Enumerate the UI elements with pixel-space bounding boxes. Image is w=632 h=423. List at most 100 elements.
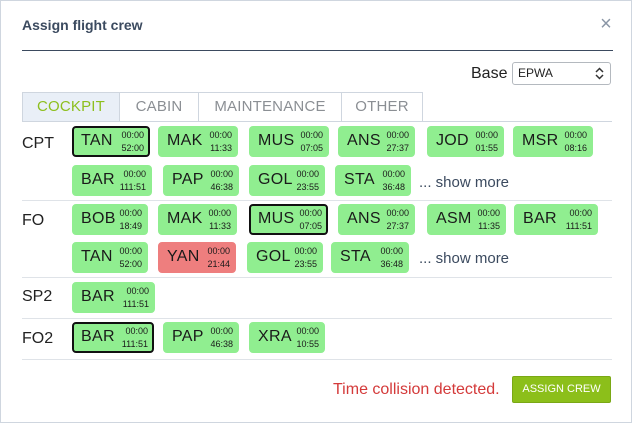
crew-duty-time: 00:00	[299, 208, 322, 218]
crew-chip-bar[interactable]: BAR 00:00 111:51	[514, 204, 598, 235]
crew-code: ANS	[347, 210, 381, 227]
crew-code: BOB	[81, 210, 116, 227]
crew-chip-jod[interactable]: JOD 00:00 01:55	[427, 126, 504, 157]
crew-code: TAN	[81, 248, 113, 265]
collision-warning: Time collision detected.	[333, 381, 500, 398]
crew-chip-gol[interactable]: GOL 00:00 23:55	[249, 165, 325, 196]
crew-duty-time: 00:00	[564, 130, 587, 140]
crew-code: PAP	[172, 328, 204, 345]
assign-crew-button[interactable]: ASSIGN CREW	[512, 376, 611, 403]
tab-other[interactable]: OTHER	[341, 92, 423, 122]
tab-cabin[interactable]: CABIN	[119, 92, 199, 122]
crew-flight-time: 27:37	[386, 221, 409, 231]
crew-flight-time: 23:55	[296, 182, 319, 192]
crew-code: TAN	[81, 132, 113, 149]
row-divider	[22, 318, 612, 319]
crew-chip-msr[interactable]: MSR 00:00 08:16	[513, 126, 593, 157]
crew-flight-time: 46:38	[210, 182, 233, 192]
crew-flight-time: 111:51	[122, 299, 149, 309]
crew-chip-gol[interactable]: GOL 00:00 23:55	[247, 242, 323, 273]
crew-duty-time: 00:00	[119, 246, 142, 256]
crew-flight-time: 52:00	[121, 143, 144, 153]
rank-label-fo2: FO2	[22, 330, 54, 347]
crew-duty-time: 00:00	[380, 246, 403, 256]
rank-label-fo: FO	[22, 212, 45, 229]
crew-flight-time: 10:55	[296, 339, 319, 349]
crew-flight-time: 11:35	[478, 221, 500, 231]
crew-chip-ans[interactable]: ANS 00:00 27:37	[338, 126, 415, 157]
crew-code: STA	[340, 248, 371, 265]
crew-chip-mus[interactable]: MUS 00:00 07:05	[249, 204, 328, 235]
crew-chip-bob[interactable]: BOB 00:00 18:49	[72, 204, 148, 235]
crew-flight-time: 111:51	[565, 221, 592, 231]
crew-flight-time: 08:16	[564, 143, 587, 153]
crew-chip-yan[interactable]: YAN 00:00 21:44	[158, 242, 236, 273]
crew-chip-asm[interactable]: ASM 00:00 11:35	[427, 204, 506, 235]
crew-code: STA	[344, 171, 375, 188]
crew-code: MAK	[167, 210, 203, 227]
crew-flight-time: 23:55	[294, 259, 317, 269]
crew-code: BAR	[523, 210, 557, 227]
crew-code: ANS	[347, 132, 381, 149]
crew-chip-mak[interactable]: MAK 00:00 11:33	[158, 204, 237, 235]
crew-code: MUS	[258, 210, 295, 227]
dialog-title: Assign flight crew	[22, 17, 143, 33]
crew-flight-time: 27:37	[386, 143, 409, 153]
tab-cockpit[interactable]: COCKPIT	[22, 92, 120, 122]
crew-duty-time: 00:00	[119, 208, 142, 218]
crew-duty-time: 00:00	[296, 326, 319, 336]
row-divider	[22, 277, 612, 278]
base-select[interactable]: EPWA	[512, 62, 611, 85]
crew-chip-tan[interactable]: TAN 00:00 52:00	[72, 242, 148, 273]
crew-chip-pap[interactable]: PAP 00:00 46:38	[163, 165, 239, 196]
crew-chip-sta[interactable]: STA 00:00 36:48	[335, 165, 411, 196]
crew-duty-time: 00:00	[209, 130, 232, 140]
crew-flight-time: 11:33	[210, 143, 232, 153]
tabs-divider	[22, 121, 612, 122]
rank-label-sp2: SP2	[22, 288, 53, 305]
crew-chip-mak[interactable]: MAK 00:00 11:33	[158, 126, 238, 157]
crew-chip-mus[interactable]: MUS 00:00 07:05	[249, 126, 329, 157]
crew-duty-time: 00:00	[569, 208, 592, 218]
cpt-show-more-link[interactable]: ... show more	[419, 174, 509, 191]
crew-duty-time: 00:00	[386, 130, 409, 140]
crew-flight-time: 01:55	[475, 143, 498, 153]
crew-duty-time: 00:00	[208, 208, 231, 218]
crew-code: MAK	[167, 132, 203, 149]
crew-chip-bar[interactable]: BAR 00:00 111:51	[72, 282, 155, 313]
crew-chip-sta[interactable]: STA 00:00 36:48	[331, 242, 409, 273]
fo-show-more-link[interactable]: ... show more	[419, 250, 509, 267]
crew-flight-time: 111:51	[119, 182, 146, 192]
crew-flight-time: 21:44	[207, 259, 230, 269]
crew-duty-time: 00:00	[386, 208, 409, 218]
crew-chip-bar[interactable]: BAR 00:00 111:51	[72, 165, 152, 196]
crew-duty-time: 00:00	[210, 169, 233, 179]
crew-code: ASM	[436, 210, 472, 227]
crew-code: BAR	[81, 328, 115, 345]
crew-flight-time: 11:33	[209, 221, 231, 231]
row-divider	[22, 200, 612, 201]
tab-maintenance[interactable]: MAINTENANCE	[198, 92, 342, 122]
crew-flight-time: 07:05	[299, 221, 322, 231]
crew-flight-time: 18:49	[119, 221, 142, 231]
base-label: Base	[471, 65, 508, 82]
close-icon[interactable]: ×	[597, 14, 615, 34]
crew-code: PAP	[172, 171, 204, 188]
crew-flight-time: 52:00	[119, 259, 142, 269]
crew-code: GOL	[258, 171, 293, 188]
crew-chip-tan[interactable]: TAN 00:00 52:00	[72, 126, 150, 157]
crew-code: BAR	[81, 171, 115, 188]
crew-chip-bar[interactable]: BAR 00:00 111:51	[72, 322, 154, 353]
footer-divider	[22, 359, 612, 360]
crew-code: MUS	[258, 132, 295, 149]
updown-chevron-icon	[595, 67, 604, 80]
crew-flight-time: 46:38	[210, 339, 233, 349]
crew-chip-pap[interactable]: PAP 00:00 46:38	[163, 322, 239, 353]
crew-duty-time: 00:00	[125, 326, 148, 336]
crew-code: YAN	[167, 248, 200, 265]
crew-chip-ans[interactable]: ANS 00:00 27:37	[338, 204, 415, 235]
crew-code: GOL	[256, 248, 291, 265]
crew-duty-time: 00:00	[477, 208, 500, 218]
crew-chip-xra[interactable]: XRA 00:00 10:55	[249, 322, 325, 353]
crew-duty-time: 00:00	[207, 246, 230, 256]
